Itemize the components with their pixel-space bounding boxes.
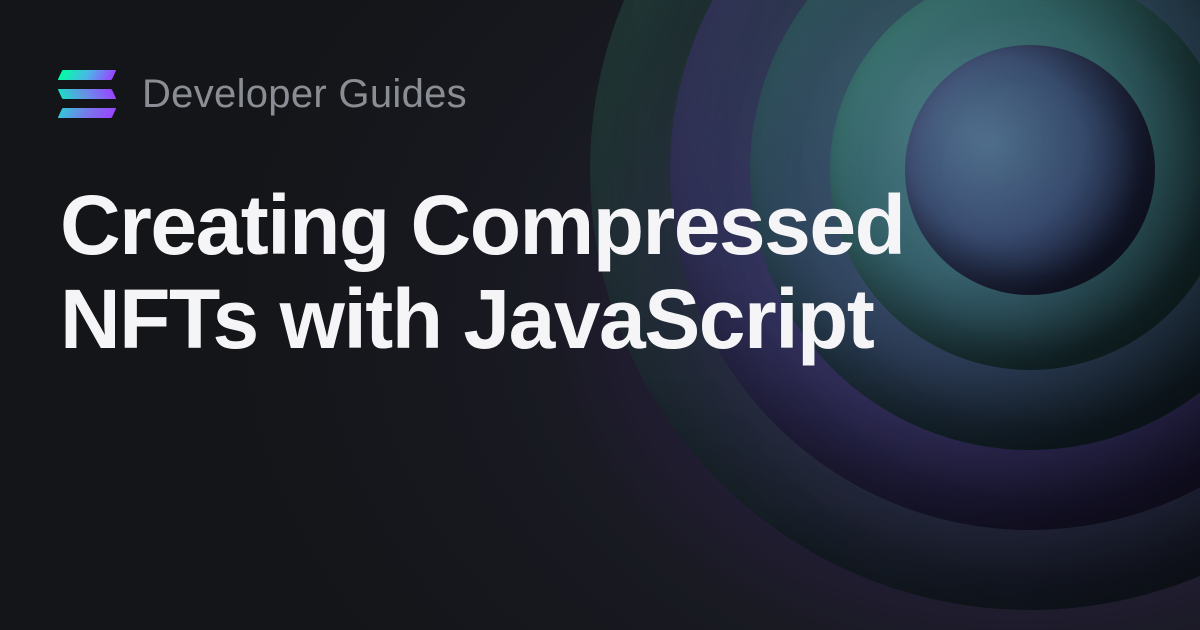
solana-logo-icon: [60, 70, 114, 118]
content-area: Developer Guides Creating Compressed NFT…: [0, 0, 1200, 436]
page-title: Creating Compressed NFTs with JavaScript: [60, 178, 1060, 366]
header: Developer Guides: [60, 70, 1140, 118]
page-subtitle: Developer Guides: [142, 72, 467, 117]
